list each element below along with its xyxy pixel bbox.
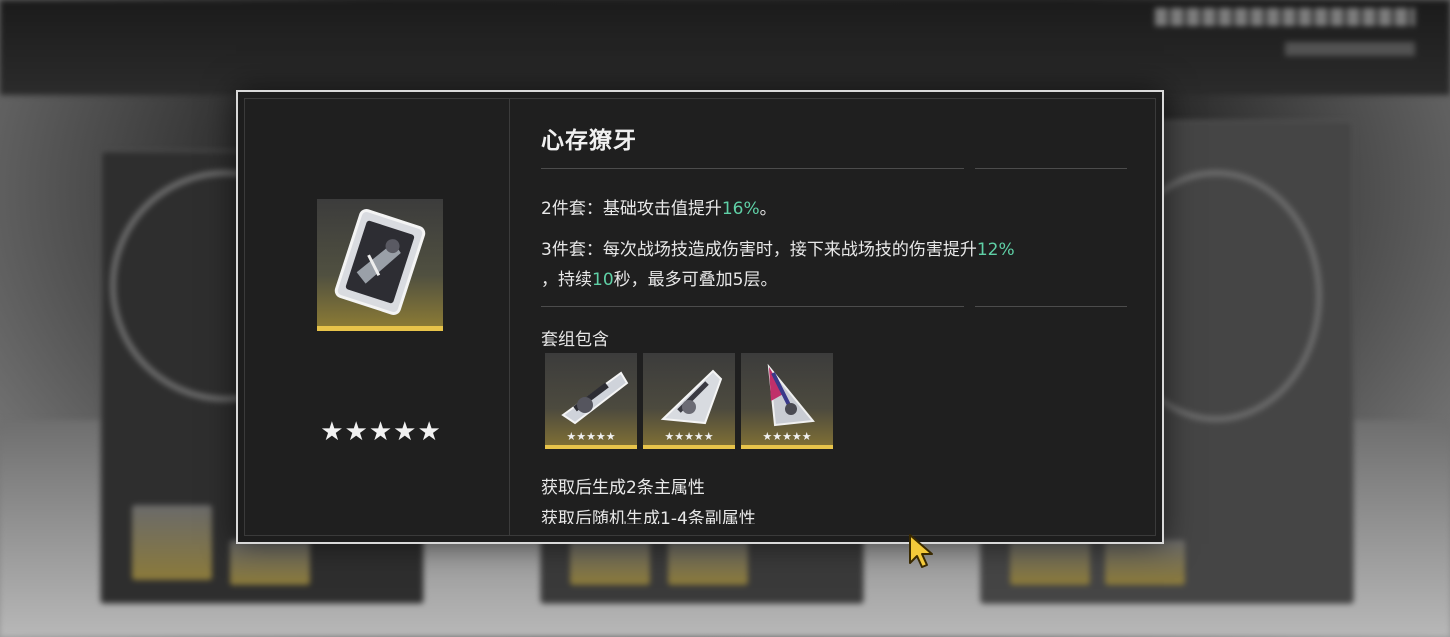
background-thumb — [230, 540, 310, 585]
divider — [975, 168, 1127, 169]
piece-stars: ★★★★★ — [762, 430, 812, 443]
piece-stars: ★★★★★ — [664, 430, 714, 443]
set-detail-panel: ★★★★★ 心存獠牙 2件套：基础攻击值提升16%。 3件套：每次战场技造成伤害… — [236, 90, 1164, 544]
bonus-2-value: 16% — [721, 199, 760, 219]
rarity-stars: ★★★★★ — [320, 417, 442, 447]
piece-stars: ★★★★★ — [566, 430, 616, 443]
bonus-3-value: 12% — [976, 240, 1015, 260]
bonus-2-label: 2件套： — [541, 199, 603, 219]
set-piece-2[interactable]: ★★★★★ — [643, 353, 735, 449]
divider — [541, 306, 964, 307]
bonus-3-label: 3件套： — [541, 240, 603, 260]
divider — [975, 306, 1127, 307]
bonus-2-piece: 2件套：基础攻击值提升16%。 — [541, 194, 777, 219]
background-thumb — [1010, 540, 1090, 585]
bonus-3-duration-suffix: 秒，最多可叠加5层。 — [613, 270, 778, 290]
bonus-3-text: 每次战场技造成伤害时，接下来战场技的伤害提升 — [602, 240, 977, 260]
bonus-2-text: 基础攻击值提升 — [602, 199, 722, 219]
sub-attribute-note: 获取后随机生成1-4条副属性 — [541, 509, 756, 524]
bonus-3-piece: 3件套：每次战场技造成伤害时，接下来战场技的伤害提升12% — [541, 235, 1015, 260]
set-piece-3[interactable]: ★★★★★ — [741, 353, 833, 449]
background-thumb — [668, 540, 748, 585]
bonus-3-duration-prefix: ，持续 — [541, 270, 592, 290]
panel-inner: ★★★★★ 心存獠牙 2件套：基础攻击值提升16%。 3件套：每次战场技造成伤害… — [244, 98, 1156, 536]
set-overview-column: ★★★★★ — [245, 99, 510, 535]
bonus-3-duration: 10 — [592, 270, 614, 290]
pointer-cursor-icon — [907, 533, 937, 575]
background-thumb — [132, 505, 212, 580]
scroll-content[interactable]: 心存獠牙 2件套：基础攻击值提升16%。 3件套：每次战场技造成伤害时，接下来战… — [541, 99, 1141, 524]
set-info-column: 心存獠牙 2件套：基础攻击值提升16%。 3件套：每次战场技造成伤害时，接下来战… — [541, 99, 1141, 535]
set-piece-1[interactable]: ★★★★★ — [545, 353, 637, 449]
set-contains-label: 套组包含 — [541, 330, 609, 350]
background-hud-bar — [1285, 42, 1415, 56]
main-attribute-note: 获取后生成2条主属性 — [541, 478, 705, 498]
set-title: 心存獠牙 — [541, 127, 637, 154]
background-thumb — [1105, 540, 1185, 585]
background-thumb — [570, 540, 650, 585]
bonus-3-piece-line2: ，持续10秒，最多可叠加5层。 — [541, 265, 777, 290]
background-hud-bar — [1155, 8, 1415, 26]
card-set-icon — [317, 199, 443, 331]
bonus-2-end: 。 — [759, 199, 777, 219]
divider — [541, 168, 964, 169]
